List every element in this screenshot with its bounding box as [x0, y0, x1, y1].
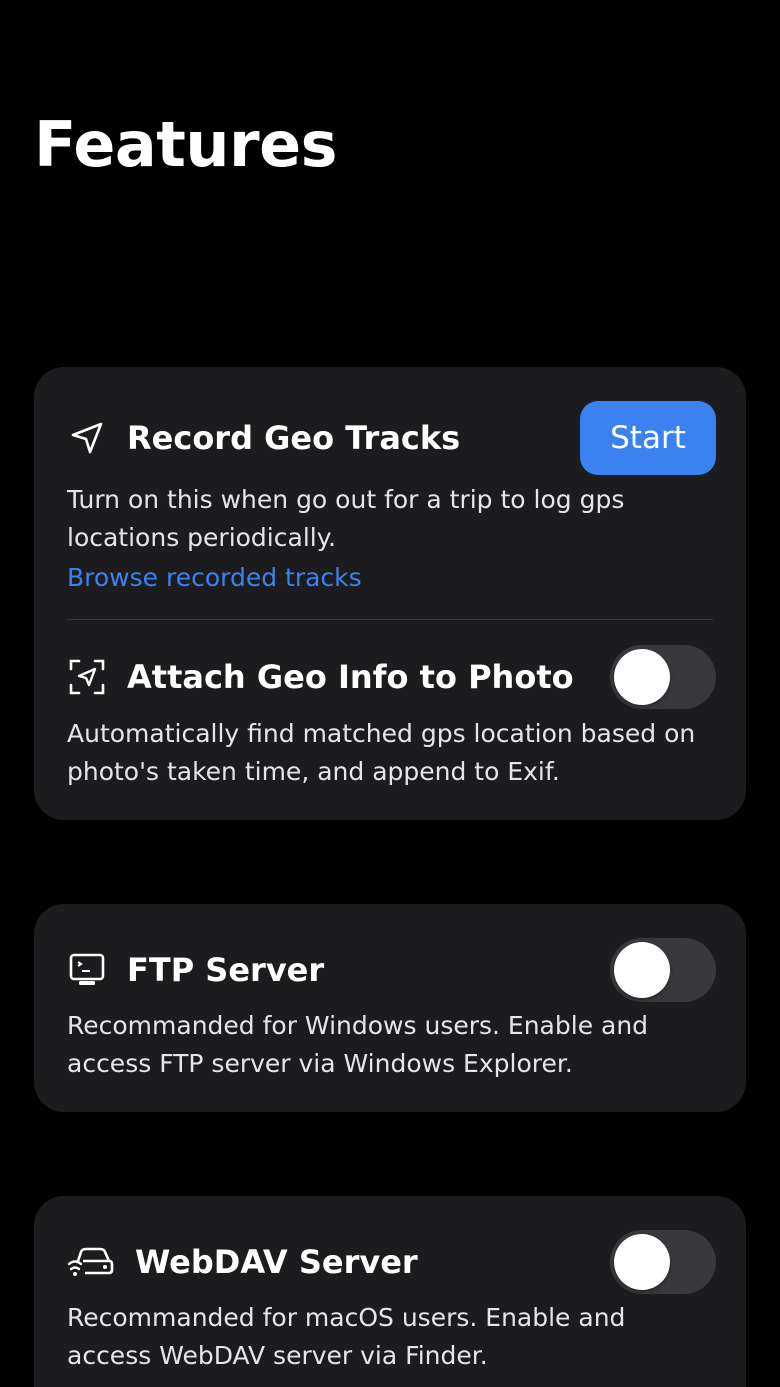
record-geo-title: Record Geo Tracks — [127, 419, 461, 457]
geo-features-card: Record Geo Tracks Start Turn on this whe… — [34, 367, 746, 820]
photo-location-icon — [67, 657, 107, 697]
location-arrow-icon — [67, 418, 107, 458]
attach-geo-description: Automatically find matched gps location … — [67, 719, 696, 786]
record-geo-header: Record Geo Tracks Start — [67, 401, 716, 475]
ftp-toggle[interactable] — [610, 938, 716, 1002]
attach-geo-header: Attach Geo Info to Photo — [67, 642, 716, 712]
computer-terminal-icon — [67, 950, 107, 990]
features-screen: Features Record Geo Tracks Start Turn on… — [0, 0, 780, 1387]
ftp-description: Recommanded for Windows users. Enable an… — [67, 1011, 649, 1078]
record-geo-description: Turn on this when go out for a trip to l… — [67, 485, 625, 552]
network-drive-icon — [67, 1242, 115, 1282]
ftp-title: FTP Server — [127, 951, 325, 989]
attach-geo-title: Attach Geo Info to Photo — [127, 658, 574, 696]
webdav-header: WebDAV Server — [67, 1227, 716, 1297]
attach-geo-toggle[interactable] — [610, 645, 716, 709]
webdav-title: WebDAV Server — [135, 1243, 418, 1281]
toggle-knob — [614, 942, 670, 998]
ftp-header: FTP Server — [67, 935, 716, 1005]
webdav-description: Recommanded for macOS users. Enable and … — [67, 1303, 626, 1370]
start-button[interactable]: Start — [580, 401, 716, 475]
divider — [67, 619, 713, 620]
webdav-card: WebDAV Server Recommanded for macOS user… — [34, 1196, 746, 1387]
ftp-card: FTP Server Recommanded for Windows users… — [34, 904, 746, 1112]
browse-tracks-link[interactable]: Browse recorded tracks — [67, 560, 362, 596]
toggle-knob — [614, 1234, 670, 1290]
toggle-knob — [614, 649, 670, 705]
webdav-toggle[interactable] — [610, 1230, 716, 1294]
page-title: Features — [34, 108, 338, 181]
